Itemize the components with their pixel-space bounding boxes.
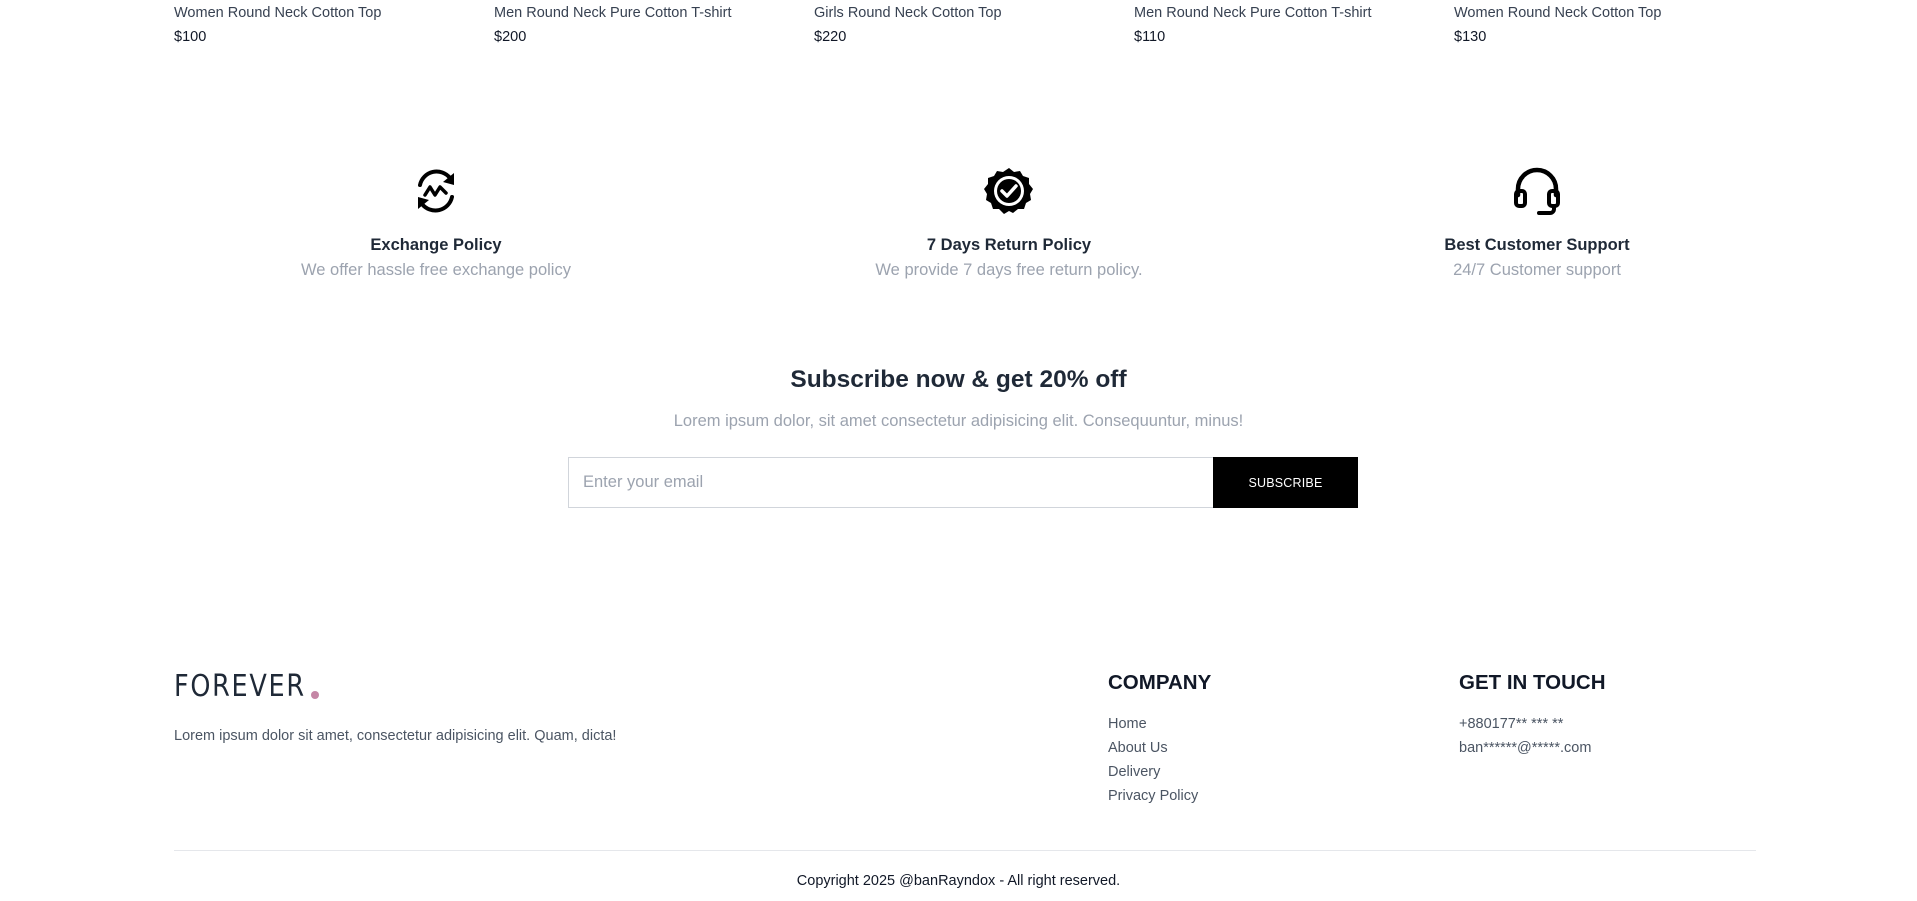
headset-icon	[1514, 167, 1560, 215]
product-price: $100	[174, 29, 207, 45]
product-card[interactable]: Men Round Neck Pure Cotton T-shirt $110	[1134, 0, 1434, 45]
product-grid: Women Round Neck Cotton Top $100 Men Rou…	[174, 0, 1756, 60]
policy-exchange: Exchange Policy We offer hassle free exc…	[256, 165, 616, 280]
email-input[interactable]	[568, 457, 1213, 508]
policy-return: 7 Days Return Policy We provide 7 days f…	[829, 165, 1189, 280]
footer-link-privacy[interactable]: Privacy Policy	[1108, 784, 1211, 808]
subscribe-description: Lorem ipsum dolor, sit amet consectetur …	[673, 412, 1244, 430]
product-card[interactable]: Men Round Neck Pure Cotton T-shirt $200	[494, 0, 794, 45]
footer-link-about[interactable]: About Us	[1108, 736, 1211, 760]
logo[interactable]: FOREVER	[174, 668, 319, 702]
footer-about: Lorem ipsum dolor sit amet, consectetur …	[174, 728, 617, 744]
subscribe-title: Subscribe now & get 20% off	[790, 366, 1127, 393]
subscribe-section: Subscribe now & get 20% off Lorem ipsum …	[0, 364, 1917, 508]
footer-company: COMPANY Home About Us Delivery Privacy P…	[1108, 668, 1211, 808]
product-name[interactable]: Men Round Neck Pure Cotton T-shirt	[494, 5, 794, 21]
footer-link-label[interactable]: Home	[1108, 716, 1147, 732]
contact-list: +880177** *** ** ban******@*****.com	[1459, 712, 1606, 760]
policy-title: Exchange Policy	[370, 236, 502, 254]
logo-dot	[311, 691, 319, 699]
copyright: Copyright 2025 @banRayndox - All right r…	[796, 873, 1121, 889]
policy-title: 7 Days Return Policy	[926, 236, 1092, 254]
contact-email: ban******@*****.com	[1459, 740, 1592, 756]
product-card[interactable]: Women Round Neck Cotton Top $100	[174, 0, 474, 45]
quality-badge-icon	[984, 168, 1033, 214]
product-name[interactable]: Men Round Neck Pure Cotton T-shirt	[1134, 5, 1434, 21]
subscribe-form: SUBSCRIBE	[568, 457, 1358, 508]
exchange-icon	[418, 169, 454, 213]
policy-support: Best Customer Support 24/7 Customer supp…	[1357, 165, 1717, 280]
policy-description: We provide 7 days free return policy.	[875, 261, 1143, 279]
footer-link-home[interactable]: Home	[1108, 712, 1211, 736]
product-name[interactable]: Women Round Neck Cotton Top	[174, 5, 474, 21]
product-name[interactable]: Girls Round Neck Cotton Top	[814, 5, 1114, 21]
policy-description: 24/7 Customer support	[1453, 261, 1621, 279]
company-links: Home About Us Delivery Privacy Policy	[1108, 712, 1211, 808]
footer-link-label[interactable]: About Us	[1108, 740, 1168, 756]
product-card[interactable]: Girls Round Neck Cotton Top $220	[814, 0, 1114, 45]
contact-phone: +880177** *** **	[1459, 716, 1564, 732]
policy-section: Exchange Policy We offer hassle free exc…	[0, 165, 1917, 295]
footer-contact: GET IN TOUCH +880177** *** ** ban******@…	[1459, 668, 1606, 760]
footer-link-label[interactable]: Privacy Policy	[1108, 788, 1198, 804]
footer-link-label[interactable]: Delivery	[1108, 764, 1160, 780]
policy-description: We offer hassle free exchange policy	[301, 261, 571, 279]
footer-link-delivery[interactable]: Delivery	[1108, 760, 1211, 784]
subscribe-button[interactable]: SUBSCRIBE	[1213, 457, 1358, 508]
product-price: $220	[814, 29, 847, 45]
company-title: COMPANY	[1108, 671, 1212, 694]
product-price: $110	[1134, 29, 1166, 45]
product-name[interactable]: Women Round Neck Cotton Top	[1454, 5, 1754, 21]
product-price: $200	[494, 29, 527, 45]
footer-divider	[174, 850, 1756, 851]
product-price: $130	[1454, 29, 1487, 45]
policy-title: Best Customer Support	[1444, 236, 1630, 254]
page: Women Round Neck Cotton Top $100 Men Rou…	[0, 0, 1917, 901]
product-card[interactable]: Women Round Neck Cotton Top $130	[1454, 0, 1754, 45]
logo-text: FOREVER	[174, 669, 306, 704]
contact-title: GET IN TOUCH	[1459, 671, 1606, 694]
